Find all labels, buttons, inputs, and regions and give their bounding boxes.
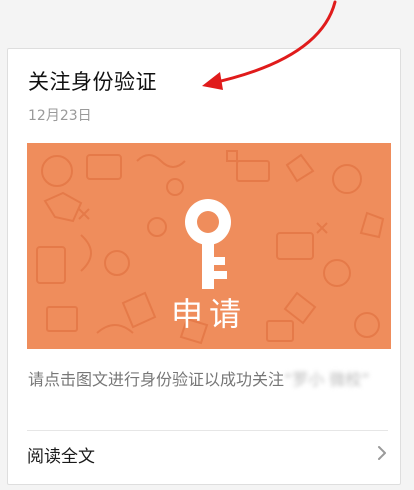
message-viewport: 关注身份验证 12月23日 申请 请点击图文进行身份验证以成功关注“罗小 微校”… [0, 0, 414, 490]
red-arrow-icon [202, 0, 337, 90]
article-title: 关注身份验证 [28, 70, 157, 94]
article-date: 12月23日 [28, 108, 92, 124]
description-blurred-account: “罗小 微校” [284, 370, 370, 389]
chevron-right-icon [378, 446, 386, 460]
description-text: 请点击图文进行身份验证以成功关注 [28, 370, 285, 389]
cover-label: 申请 [170, 295, 247, 333]
article-cover-image[interactable]: 申请 [27, 143, 391, 349]
key-icon [185, 199, 231, 289]
read-more-label: 阅读全文 [27, 447, 95, 467]
article-description: 请点击图文进行身份验证以成功关注“罗小 微校” [28, 369, 378, 391]
read-more-row[interactable]: 阅读全文 [27, 431, 388, 475]
article-card[interactable]: 关注身份验证 12月23日 申请 请点击图文进行身份验证以成功关注“罗小 微校”… [7, 48, 401, 485]
